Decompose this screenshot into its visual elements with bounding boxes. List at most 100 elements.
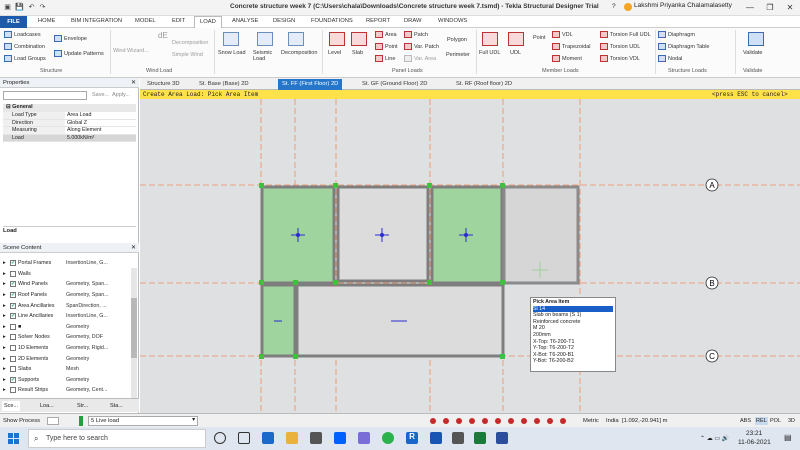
vdl-button[interactable]: VDL [552,31,573,38]
expand-icon[interactable]: ▸ [3,303,8,309]
mode-rel[interactable]: REL [755,417,768,425]
moment-button[interactable]: Moment [552,55,582,62]
visibility-checkbox[interactable] [10,323,16,330]
status-toggle-icon[interactable] [560,418,566,424]
mode-abs[interactable]: ABS [740,418,751,424]
expand-icon[interactable]: ▸ [3,324,8,330]
redo-icon[interactable]: ↷ [38,3,47,12]
visibility-checkbox[interactable]: ✔ [10,292,16,299]
notifications-icon[interactable]: ▤ [784,433,792,442]
status-toggle-icon[interactable] [521,418,527,424]
status-toggle-icon[interactable] [430,418,436,424]
level-load-button[interactable]: Level [328,50,341,56]
undo-icon[interactable]: ↶ [27,3,36,12]
status-toggle-icon[interactable] [508,418,514,424]
scene-item-display[interactable]: Geometry, Span... [66,292,114,298]
scene-row[interactable]: ▸ ✔ Line Ancillaries InsertionLine, G... [3,311,114,322]
scene-item-display[interactable]: Mesh [66,366,114,372]
close-button[interactable]: ✕ [780,1,800,14]
visibility-checkbox[interactable] [10,387,16,394]
windows-start-icon[interactable] [8,433,19,444]
tray-icons[interactable]: ⌃ ☁ ▭ 🔊 [700,435,729,442]
help-icon[interactable]: ? [612,3,616,10]
property-row[interactable]: Load Type Area Load [3,112,136,120]
visibility-checkbox[interactable] [10,334,16,341]
status-toggle-icon[interactable] [443,418,449,424]
scene-item-display[interactable]: Geometry [66,324,114,330]
tooltip-item-selected[interactable]: Sl 14 [533,305,613,313]
visibility-checkbox[interactable]: ✔ [10,376,16,383]
member-point-button[interactable]: Point [533,35,546,41]
scene-row[interactable]: ▸ ✔ Supports Geometry [3,375,114,386]
tab-structure-3d[interactable]: Structure 3D [143,79,184,90]
expand-icon[interactable]: ▸ [3,377,8,383]
tab-first-floor-2d[interactable]: St. FF (First Floor) 2D [278,79,343,90]
status-toggle-icon[interactable] [482,418,488,424]
envelope-button[interactable]: Envelope [54,35,87,42]
visibility-checkbox[interactable] [10,345,16,352]
diaphragm-table-button[interactable]: Diaphragm Table [658,43,709,50]
full-udl-button[interactable]: Full UDL [479,50,500,56]
excel-icon[interactable] [474,432,486,444]
taskbar-search-box[interactable]: ⌕ Type here to search [28,429,206,448]
var-area-load-button[interactable]: Var. Area [404,55,436,62]
quick-save-icon[interactable]: 💾 [15,3,24,12]
units-label[interactable]: Metric [583,418,599,424]
polygon-load-button[interactable]: Polygon [447,37,467,43]
minimize-button[interactable]: — [740,1,760,14]
close-icon[interactable]: ✕ [131,79,136,86]
clock-time[interactable]: 23:21 [746,430,762,437]
country-label[interactable]: India [606,418,619,424]
load-groups-button[interactable]: Load Groups [4,55,46,62]
scene-row[interactable]: ▸ Result Strips Geometry, Cent... [3,385,114,396]
status-toggle-icon[interactable] [495,418,501,424]
app-icon[interactable] [452,432,464,444]
snow-load-button[interactable]: Snow Load [218,50,246,56]
scene-row[interactable]: ▸ 1D Elements Geometry, Rigid... [3,343,114,354]
visibility-checkbox[interactable] [10,270,16,277]
property-row[interactable]: Load 5.000kN/m² [3,134,136,142]
file-explorer-icon[interactable] [286,432,298,444]
tab-loads[interactable]: Loa... [38,401,56,411]
tab-roof-floor-2d[interactable]: St. RF (Roof floor) 2D [452,79,516,90]
properties-selector[interactable] [3,91,87,100]
status-toggle-icon[interactable] [534,418,540,424]
app-icon[interactable] [496,432,508,444]
menu-bim-integration[interactable]: BIM INTEGRATION [71,18,122,24]
tab-ground-floor-2d[interactable]: St. GF (Ground Floor) 2D [358,79,431,90]
validate-button[interactable]: Validate [743,50,762,56]
menu-analyse[interactable]: ANALYSE [232,18,258,24]
scene-row[interactable]: ▸ Walls [3,269,114,280]
seismic-load-button[interactable]: Seismic Load [253,50,275,62]
expand-icon[interactable]: ▸ [3,334,8,340]
task-view-icon[interactable] [238,432,250,444]
visibility-checkbox[interactable]: ✔ [10,260,16,267]
visibility-checkbox[interactable]: ✔ [10,281,16,288]
scene-item-display[interactable]: Geometry [66,356,114,362]
scene-item-display[interactable]: Geometry, Span... [66,281,114,287]
expand-icon[interactable]: ▸ [3,313,8,319]
torsion-full-udl-button[interactable]: Torsion Full UDL [600,31,651,38]
tekla-icon[interactable]: R [406,432,418,444]
trapezoidal-button[interactable]: Trapezoidal [552,43,591,50]
patch-load-button[interactable]: Patch [404,31,428,38]
properties-save-button[interactable]: Save... [92,92,109,98]
tab-status[interactable]: Sta... [108,401,125,411]
wind-decomposition-button[interactable]: Decomposition [172,40,208,46]
torsion-vdl-button[interactable]: Torsion VDL [600,55,640,62]
scene-item-display[interactable]: InsertionLine, G... [66,313,114,319]
expand-icon[interactable]: ▸ [3,356,8,362]
scene-item-display[interactable]: InsertionLine, G... [66,260,114,266]
clock-date[interactable]: 11-06-2021 [738,439,771,446]
menu-load[interactable]: LOAD [194,16,222,28]
scene-row[interactable]: ▸ ✔ Portal Frames InsertionLine, G... [3,258,114,269]
status-toggle-icon[interactable] [547,418,553,424]
menu-windows[interactable]: WINDOWS [438,18,467,24]
chrome-icon[interactable] [382,432,394,444]
show-process-label[interactable]: Show Process [3,418,40,424]
scene-row[interactable]: ▸ Slabs Mesh [3,364,114,375]
loadcases-button[interactable]: Loadcases [4,31,41,38]
expand-icon[interactable]: ▸ [3,387,8,393]
update-patterns-button[interactable]: Update Patterns [54,50,104,57]
restore-button[interactable]: ❐ [760,1,780,14]
